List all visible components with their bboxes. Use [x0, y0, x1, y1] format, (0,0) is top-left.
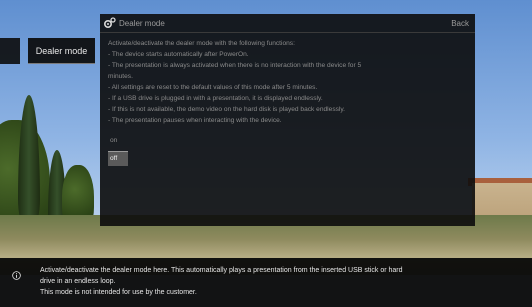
- info-line: This mode is not intended for use by the…: [40, 289, 197, 296]
- info-icon: [12, 267, 21, 280]
- option-off[interactable]: off: [108, 151, 128, 166]
- info-line: drive in an endless loop.: [40, 278, 116, 285]
- info-text: Activate/deactivate the dealer mode here…: [40, 265, 525, 298]
- gear-icon: [104, 17, 116, 29]
- dealer-mode-dialog: Dealer mode Back Activate/deactivate the…: [100, 14, 475, 226]
- description-line: minutes.: [108, 73, 133, 80]
- description-line: - If a USB drive is plugged in with a pr…: [108, 95, 323, 102]
- info-bar: Activate/deactivate the dealer mode here…: [0, 258, 532, 307]
- dialog-body: Activate/deactivate the dealer mode with…: [100, 33, 475, 166]
- back-button[interactable]: Back: [451, 19, 469, 28]
- sidebar-item-label: Dealer mode: [35, 45, 88, 56]
- description-line: Activate/deactivate the dealer mode with…: [108, 40, 295, 47]
- description-line: - All settings are reset to the default …: [108, 84, 318, 91]
- dialog-header: Dealer mode Back: [100, 14, 475, 33]
- menu-item-previous[interactable]: [0, 38, 20, 64]
- info-line: Activate/deactivate the dealer mode here…: [40, 267, 403, 274]
- description: Activate/deactivate the dealer mode with…: [108, 38, 468, 126]
- option-on[interactable]: on: [108, 135, 128, 147]
- sidebar-item-dealer-mode[interactable]: Dealer mode: [28, 38, 95, 64]
- description-line: - If this is not available, the demo vid…: [108, 106, 346, 113]
- dialog-title: Dealer mode: [119, 18, 165, 28]
- description-line: - The presentation is always activated w…: [108, 62, 362, 69]
- description-line: - The presentation pauses when interacti…: [108, 117, 282, 124]
- description-line: - The device starts automatically after …: [108, 51, 249, 58]
- option-list: on off: [108, 135, 468, 166]
